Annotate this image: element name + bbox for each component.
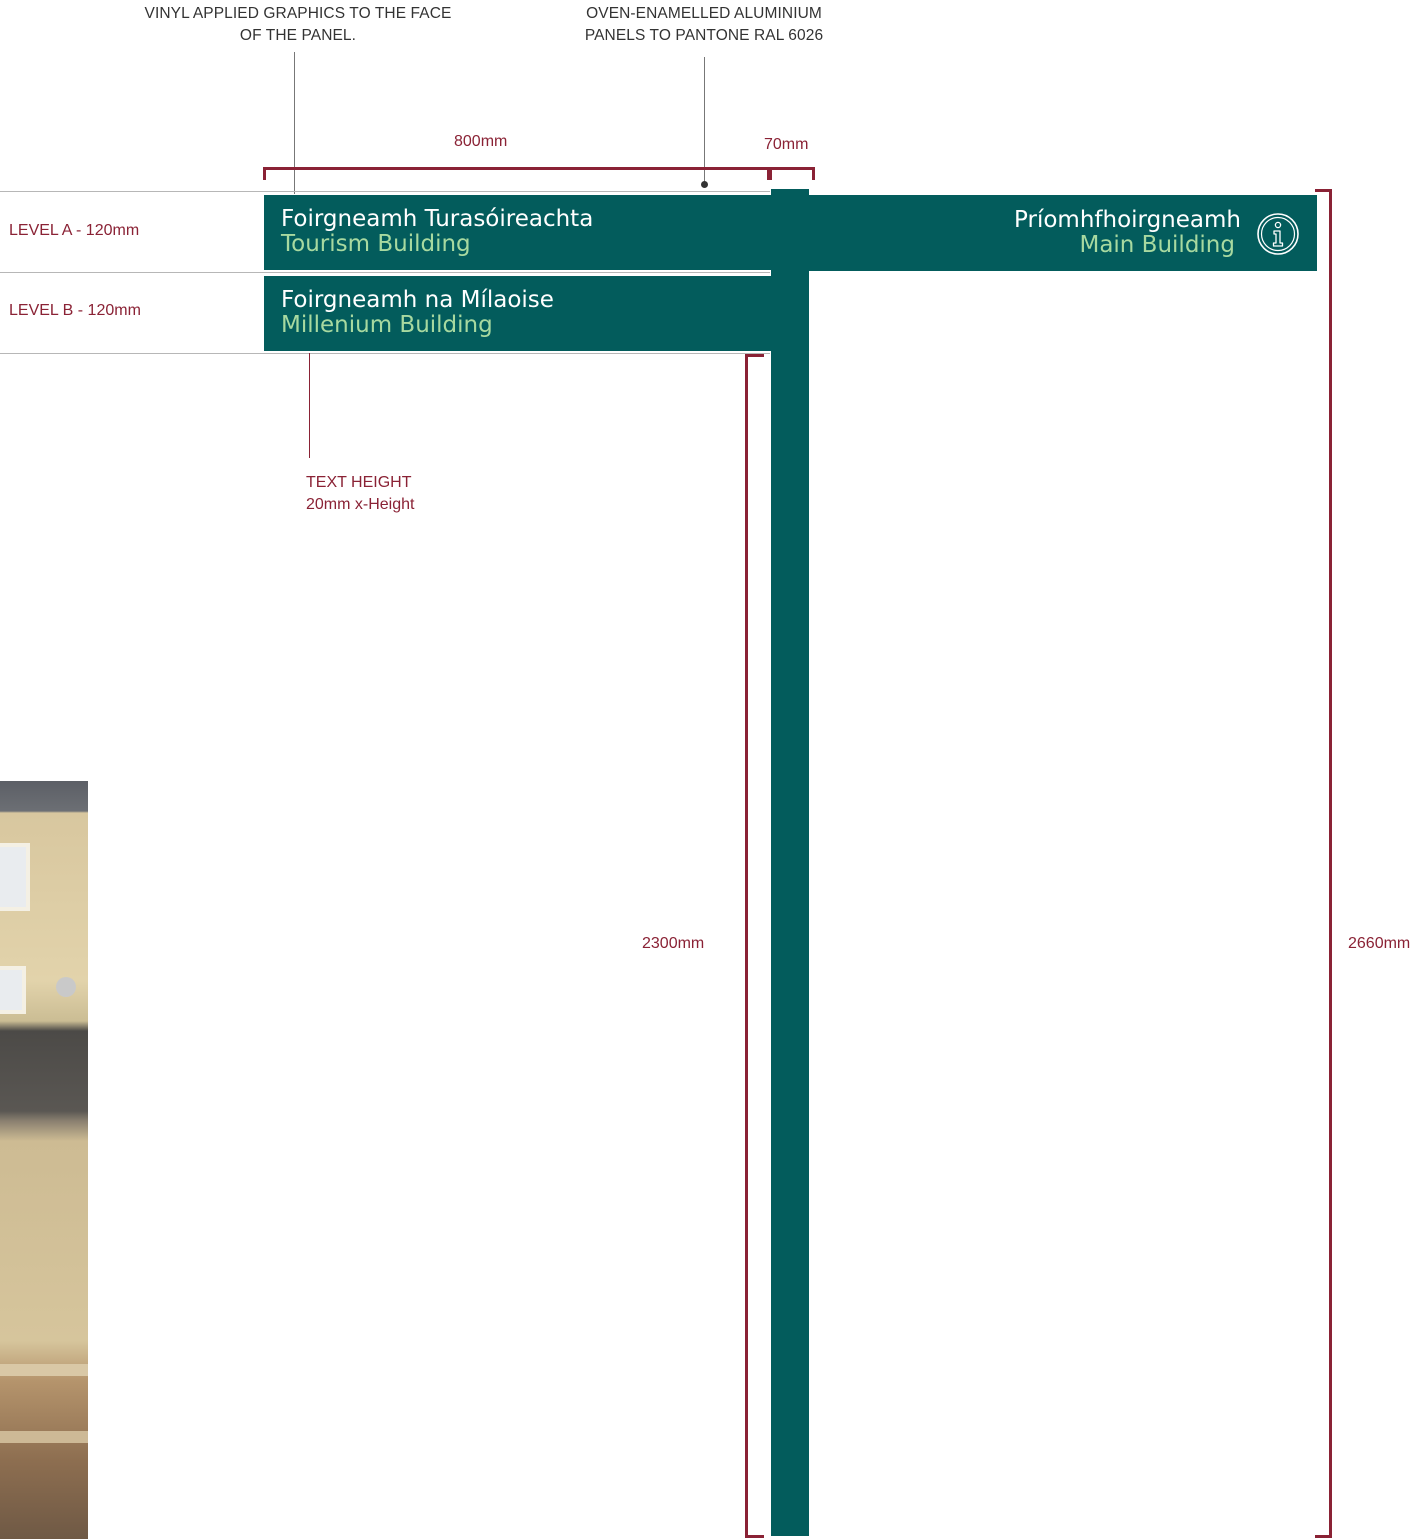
vinyl-note-line-2: OF THE PANEL. <box>239 27 357 44</box>
aluminium-note-line-1: OVEN-ENAMELLED ALUMINIUM <box>586 5 822 22</box>
panel-width-bracket <box>263 167 772 180</box>
sign-post <box>771 189 809 1536</box>
photo-wall-cap-1 <box>0 1364 88 1376</box>
aluminium-note: OVEN-ENAMELLED ALUMINIUM PANELS TO PANTO… <box>554 3 854 47</box>
panel-tourism-title: Foirgneamh Turasóireachta <box>281 206 594 232</box>
panel-main-title: Príomhfhoirgneamh <box>1014 207 1241 233</box>
panel-millenium-subtitle: Millenium Building <box>281 312 493 338</box>
photo-window-1 <box>0 843 30 911</box>
post-width-bracket <box>767 167 815 180</box>
panel-main-subtitle: Main Building <box>1079 232 1235 258</box>
panel-width-label: 800mm <box>454 133 508 150</box>
level-b-label: LEVEL B - 120mm <box>9 302 141 319</box>
level-line-mid <box>0 272 770 273</box>
panel-millenium-title: Foirgneamh na Mílaoise <box>281 287 554 313</box>
level-a-label: LEVEL A - 120mm <box>9 222 140 239</box>
total-height-bracket <box>1315 189 1332 1538</box>
text-height-line-1: TEXT HEIGHT <box>306 474 412 491</box>
photo-window-2 <box>0 966 26 1014</box>
info-icon <box>1257 213 1299 255</box>
photo-wall-cap-2 <box>0 1431 88 1443</box>
panel-tourism-subtitle: Tourism Building <box>281 231 471 257</box>
level-line-bottom <box>0 353 770 354</box>
text-height-line-2: 20mm x-Height <box>306 496 415 513</box>
text-height-leader-line <box>309 353 310 458</box>
panel-millenium-building: Foirgneamh na Mílaoise Millenium Buildin… <box>264 276 771 351</box>
photo-satellite-dish <box>56 977 76 997</box>
total-height-label: 2660mm <box>1348 935 1411 952</box>
aluminium-note-line-2: PANELS TO PANTONE RAL 6026 <box>584 27 824 44</box>
vinyl-note-line-1: VINYL APPLIED GRAPHICS TO THE FACE <box>144 5 452 22</box>
aluminium-leader-dot <box>701 181 708 188</box>
vinyl-note: VINYL APPLIED GRAPHICS TO THE FACE OF TH… <box>118 3 478 47</box>
panel-tourism-building: Foirgneamh Turasóireachta Tourism Buildi… <box>264 195 771 270</box>
clearance-height-bracket <box>745 354 764 1538</box>
post-width-label: 70mm <box>764 136 809 153</box>
panel-main-building: Príomhfhoirgneamh Main Building <box>809 195 1317 271</box>
aluminium-leader-line <box>704 57 705 184</box>
site-photo <box>0 781 88 1539</box>
text-height-note: TEXT HEIGHT 20mm x-Height <box>306 472 414 516</box>
level-line-top <box>0 191 770 192</box>
clearance-height-label: 2300mm <box>642 935 705 952</box>
